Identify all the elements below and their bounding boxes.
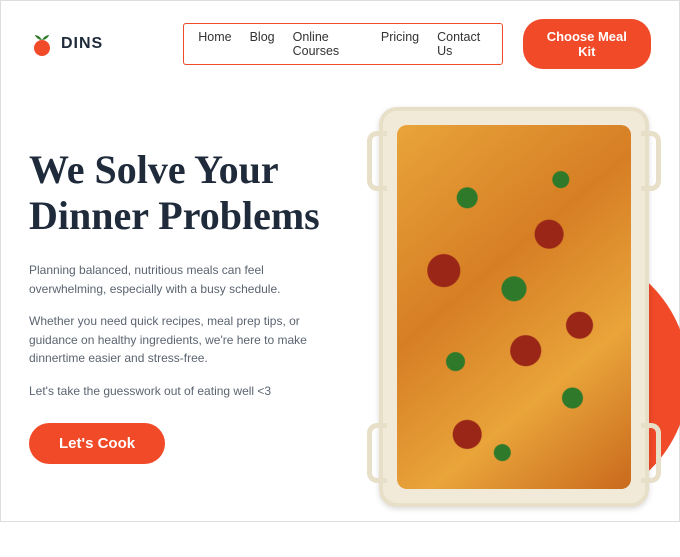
hero-paragraph-3: Let's take the guesswork out of eating w…	[29, 382, 329, 401]
lets-cook-button[interactable]: Let's Cook	[29, 423, 165, 464]
logo[interactable]: DINS	[29, 31, 103, 57]
dish-handle	[367, 131, 387, 191]
hero-section: We Solve Your Dinner Problems Planning b…	[1, 117, 679, 464]
dish-handle	[641, 131, 661, 191]
site-header: DINS Home Blog Online Courses Pricing Co…	[1, 1, 679, 87]
nav-online-courses[interactable]: Online Courses	[293, 30, 363, 58]
nav-home[interactable]: Home	[198, 30, 231, 58]
orange-icon	[29, 31, 55, 57]
casserole-dish-icon	[379, 107, 649, 507]
dish-handle	[641, 423, 661, 483]
brand-name: DINS	[61, 35, 103, 53]
hero-copy: We Solve Your Dinner Problems Planning b…	[29, 117, 369, 464]
dish-handle	[367, 423, 387, 483]
hero-image	[369, 97, 669, 557]
nav-blog[interactable]: Blog	[250, 30, 275, 58]
hero-heading: We Solve Your Dinner Problems	[29, 147, 369, 239]
hero-paragraph-1: Planning balanced, nutritious meals can …	[29, 261, 329, 298]
choose-meal-kit-button[interactable]: Choose Meal Kit	[523, 19, 651, 69]
hero-paragraph-2: Whether you need quick recipes, meal pre…	[29, 312, 329, 368]
nav-contact-us[interactable]: Contact Us	[437, 30, 487, 58]
main-nav: Home Blog Online Courses Pricing Contact…	[183, 23, 502, 65]
nav-pricing[interactable]: Pricing	[381, 30, 419, 58]
